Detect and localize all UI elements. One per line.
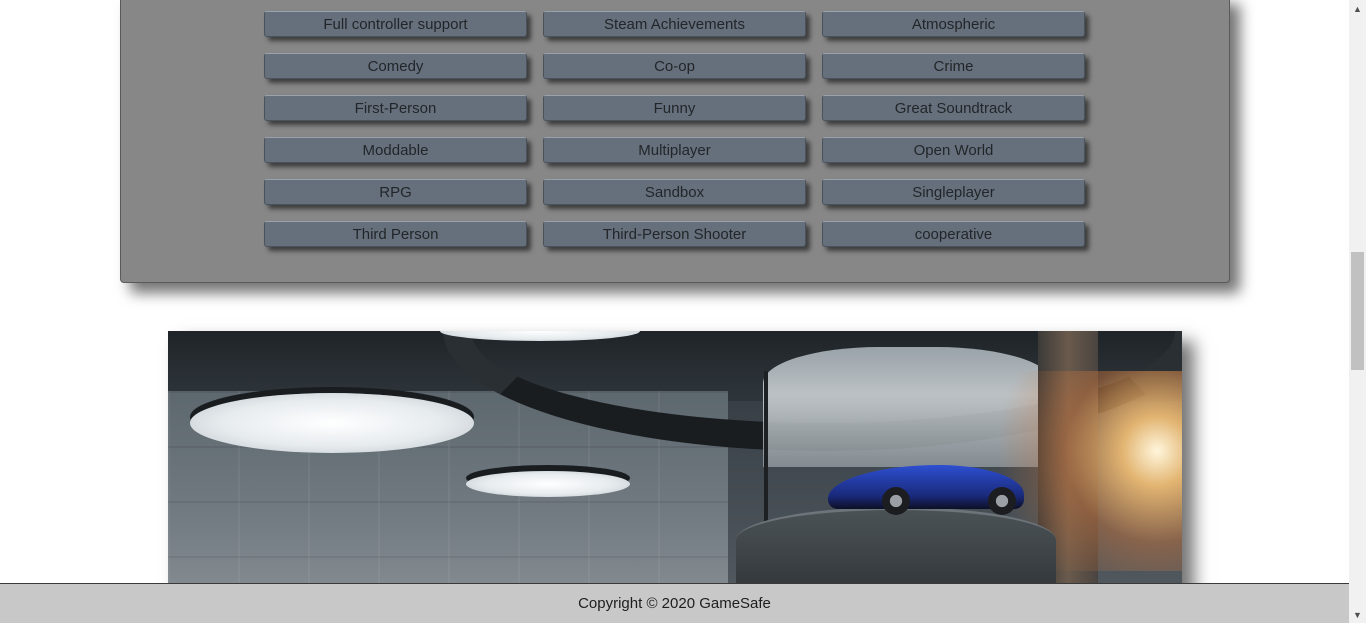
- page-viewport: Full controller support Steam Achievemen…: [0, 0, 1349, 623]
- tag-button[interactable]: Atmospheric: [822, 11, 1085, 37]
- vertical-scrollbar[interactable]: ▲ ▼: [1349, 0, 1366, 623]
- ceiling-lamp: [466, 471, 630, 497]
- tags-grid: Full controller support Steam Achievemen…: [264, 11, 1085, 247]
- tag-button[interactable]: RPG: [264, 179, 527, 205]
- tag-button[interactable]: Co-op: [543, 53, 806, 79]
- scroll-up-arrow-icon[interactable]: ▲: [1349, 0, 1366, 17]
- tag-button[interactable]: Steam Achievements: [543, 11, 806, 37]
- page-footer: Copyright © 2020 GameSafe: [0, 583, 1349, 623]
- ceiling-lamp: [190, 393, 474, 453]
- tag-button[interactable]: cooperative: [822, 221, 1085, 247]
- tag-button[interactable]: Singleplayer: [822, 179, 1085, 205]
- game-screenshot-image: [168, 331, 1182, 591]
- tag-button[interactable]: Crime: [822, 53, 1085, 79]
- tag-button[interactable]: Funny: [543, 95, 806, 121]
- car-wheel: [882, 487, 910, 515]
- scroll-down-arrow-icon[interactable]: ▼: [1349, 606, 1366, 623]
- scroll-thumb[interactable]: [1351, 252, 1364, 370]
- tag-button[interactable]: Great Soundtrack: [822, 95, 1085, 121]
- tag-button[interactable]: Full controller support: [264, 11, 527, 37]
- copyright-text: Copyright © 2020 GameSafe: [578, 595, 771, 612]
- tag-button[interactable]: Third Person: [264, 221, 527, 247]
- car-wheel: [988, 487, 1016, 515]
- tag-button[interactable]: Moddable: [264, 137, 527, 163]
- tag-button[interactable]: Third-Person Shooter: [543, 221, 806, 247]
- car-platform-shape: [736, 507, 1056, 591]
- tag-button[interactable]: Sandbox: [543, 179, 806, 205]
- tag-button[interactable]: Comedy: [264, 53, 527, 79]
- tag-button[interactable]: Multiplayer: [543, 137, 806, 163]
- tag-button[interactable]: Open World: [822, 137, 1085, 163]
- tags-panel: Full controller support Steam Achievemen…: [120, 0, 1230, 283]
- tag-button[interactable]: First-Person: [264, 95, 527, 121]
